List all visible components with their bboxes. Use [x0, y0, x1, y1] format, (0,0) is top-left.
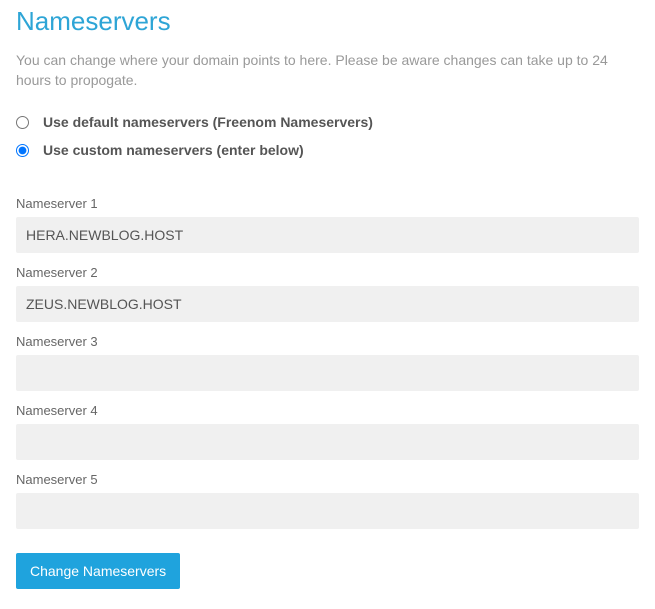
option-custom-row: Use custom nameservers (enter below)	[16, 142, 639, 158]
nameserver-input-4[interactable]	[16, 424, 639, 460]
option-custom-label[interactable]: Use custom nameservers (enter below)	[43, 142, 304, 158]
option-custom-radio[interactable]	[16, 144, 29, 157]
page-description: You can change where your domain points …	[16, 51, 639, 90]
nameserver-input-2[interactable]	[16, 286, 639, 322]
option-default-row: Use default nameservers (Freenom Nameser…	[16, 114, 639, 130]
nameserver-input-5[interactable]	[16, 493, 639, 529]
option-default-radio[interactable]	[16, 116, 29, 129]
nameserver-input-3[interactable]	[16, 355, 639, 391]
nameserver-label-3: Nameserver 3	[16, 334, 639, 349]
nameserver-label-4: Nameserver 4	[16, 403, 639, 418]
page-title: Nameservers	[16, 6, 639, 37]
nameserver-field-3: Nameserver 3	[16, 334, 639, 391]
nameserver-label-2: Nameserver 2	[16, 265, 639, 280]
option-default-label[interactable]: Use default nameservers (Freenom Nameser…	[43, 114, 373, 130]
nameserver-label-5: Nameserver 5	[16, 472, 639, 487]
nameserver-field-4: Nameserver 4	[16, 403, 639, 460]
nameserver-field-1: Nameserver 1	[16, 196, 639, 253]
nameserver-label-1: Nameserver 1	[16, 196, 639, 211]
change-nameservers-button[interactable]: Change Nameservers	[16, 553, 180, 589]
nameserver-option-group: Use default nameservers (Freenom Nameser…	[16, 114, 639, 158]
nameserver-field-2: Nameserver 2	[16, 265, 639, 322]
nameserver-field-5: Nameserver 5	[16, 472, 639, 529]
nameserver-input-1[interactable]	[16, 217, 639, 253]
